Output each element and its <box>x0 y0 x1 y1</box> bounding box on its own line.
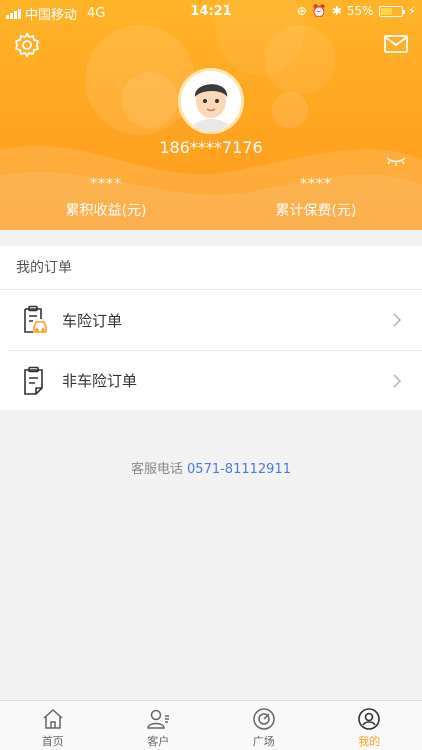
battery-percent: 55% <box>346 4 374 18</box>
car-insurance-order-row[interactable]: 车险订单 <box>0 290 422 350</box>
tab-customers-label: 客户 <box>147 735 170 748</box>
car-insurance-order-icon <box>24 305 47 333</box>
customer-service: 客服电话 0571-81112911 <box>0 458 422 477</box>
tab-plaza-label: 广场 <box>252 735 275 748</box>
chevron-right-icon <box>393 374 402 388</box>
chevron-right-icon <box>393 313 402 327</box>
charging-icon: ⚡ <box>407 4 416 18</box>
tab-home-label: 首页 <box>41 735 64 748</box>
service-label: 客服电话 <box>131 462 184 477</box>
total-earnings-label: 累积收益(元) <box>65 203 147 219</box>
document-order-icon <box>24 366 43 395</box>
total-earnings-value: **** <box>90 176 122 192</box>
lock-rotation-icon: ⊕ <box>296 4 307 18</box>
my-orders-card: 我的订单 车险订单 非车险订单 <box>0 246 422 410</box>
battery-icon <box>378 5 405 17</box>
alarm-icon: ⏰ <box>311 4 327 18</box>
home-icon <box>43 708 63 729</box>
settings-gear-icon[interactable] <box>14 32 40 58</box>
tab-bar: 首页 客户 广场 我的 <box>0 700 422 750</box>
tab-mine[interactable]: 我的 <box>317 701 422 750</box>
total-premium-value: **** <box>300 176 332 192</box>
non-car-insurance-order-row[interactable]: 非车险订单 <box>8 350 422 410</box>
total-earnings-stat[interactable]: **** 累积收益(元) <box>16 176 196 220</box>
message-mail-icon[interactable] <box>384 34 408 54</box>
hide-eye-icon[interactable] <box>386 156 406 166</box>
profile-header: 中国移动 4G 14:21 ⊕ ⏰ ✱ 55% ⚡ 186****7176 **… <box>0 0 422 230</box>
plaza-icon <box>253 708 275 730</box>
non-car-insurance-order-label: 非车险订单 <box>62 372 138 390</box>
avatar[interactable] <box>178 68 244 134</box>
tab-customers[interactable]: 客户 <box>106 701 212 750</box>
customer-icon <box>147 709 170 729</box>
my-orders-title: 我的订单 <box>0 246 422 290</box>
total-premium-stat[interactable]: **** 累计保费(元) <box>226 176 406 220</box>
tab-plaza[interactable]: 广场 <box>211 701 317 750</box>
car-insurance-order-label: 车险订单 <box>62 311 123 330</box>
avatar-face-icon <box>181 71 241 131</box>
total-premium-label: 累计保费(元) <box>275 203 357 219</box>
user-phone: 186****7176 <box>159 138 263 157</box>
status-bar: 中国移动 4G 14:21 ⊕ ⏰ ✱ 55% ⚡ <box>0 0 422 23</box>
tab-home[interactable]: 首页 <box>0 701 106 750</box>
profile-icon <box>358 708 381 730</box>
bluetooth-icon: ✱ <box>331 4 342 18</box>
tab-mine-label: 我的 <box>358 735 381 748</box>
service-phone-link[interactable]: 0571-81112911 <box>187 462 291 477</box>
